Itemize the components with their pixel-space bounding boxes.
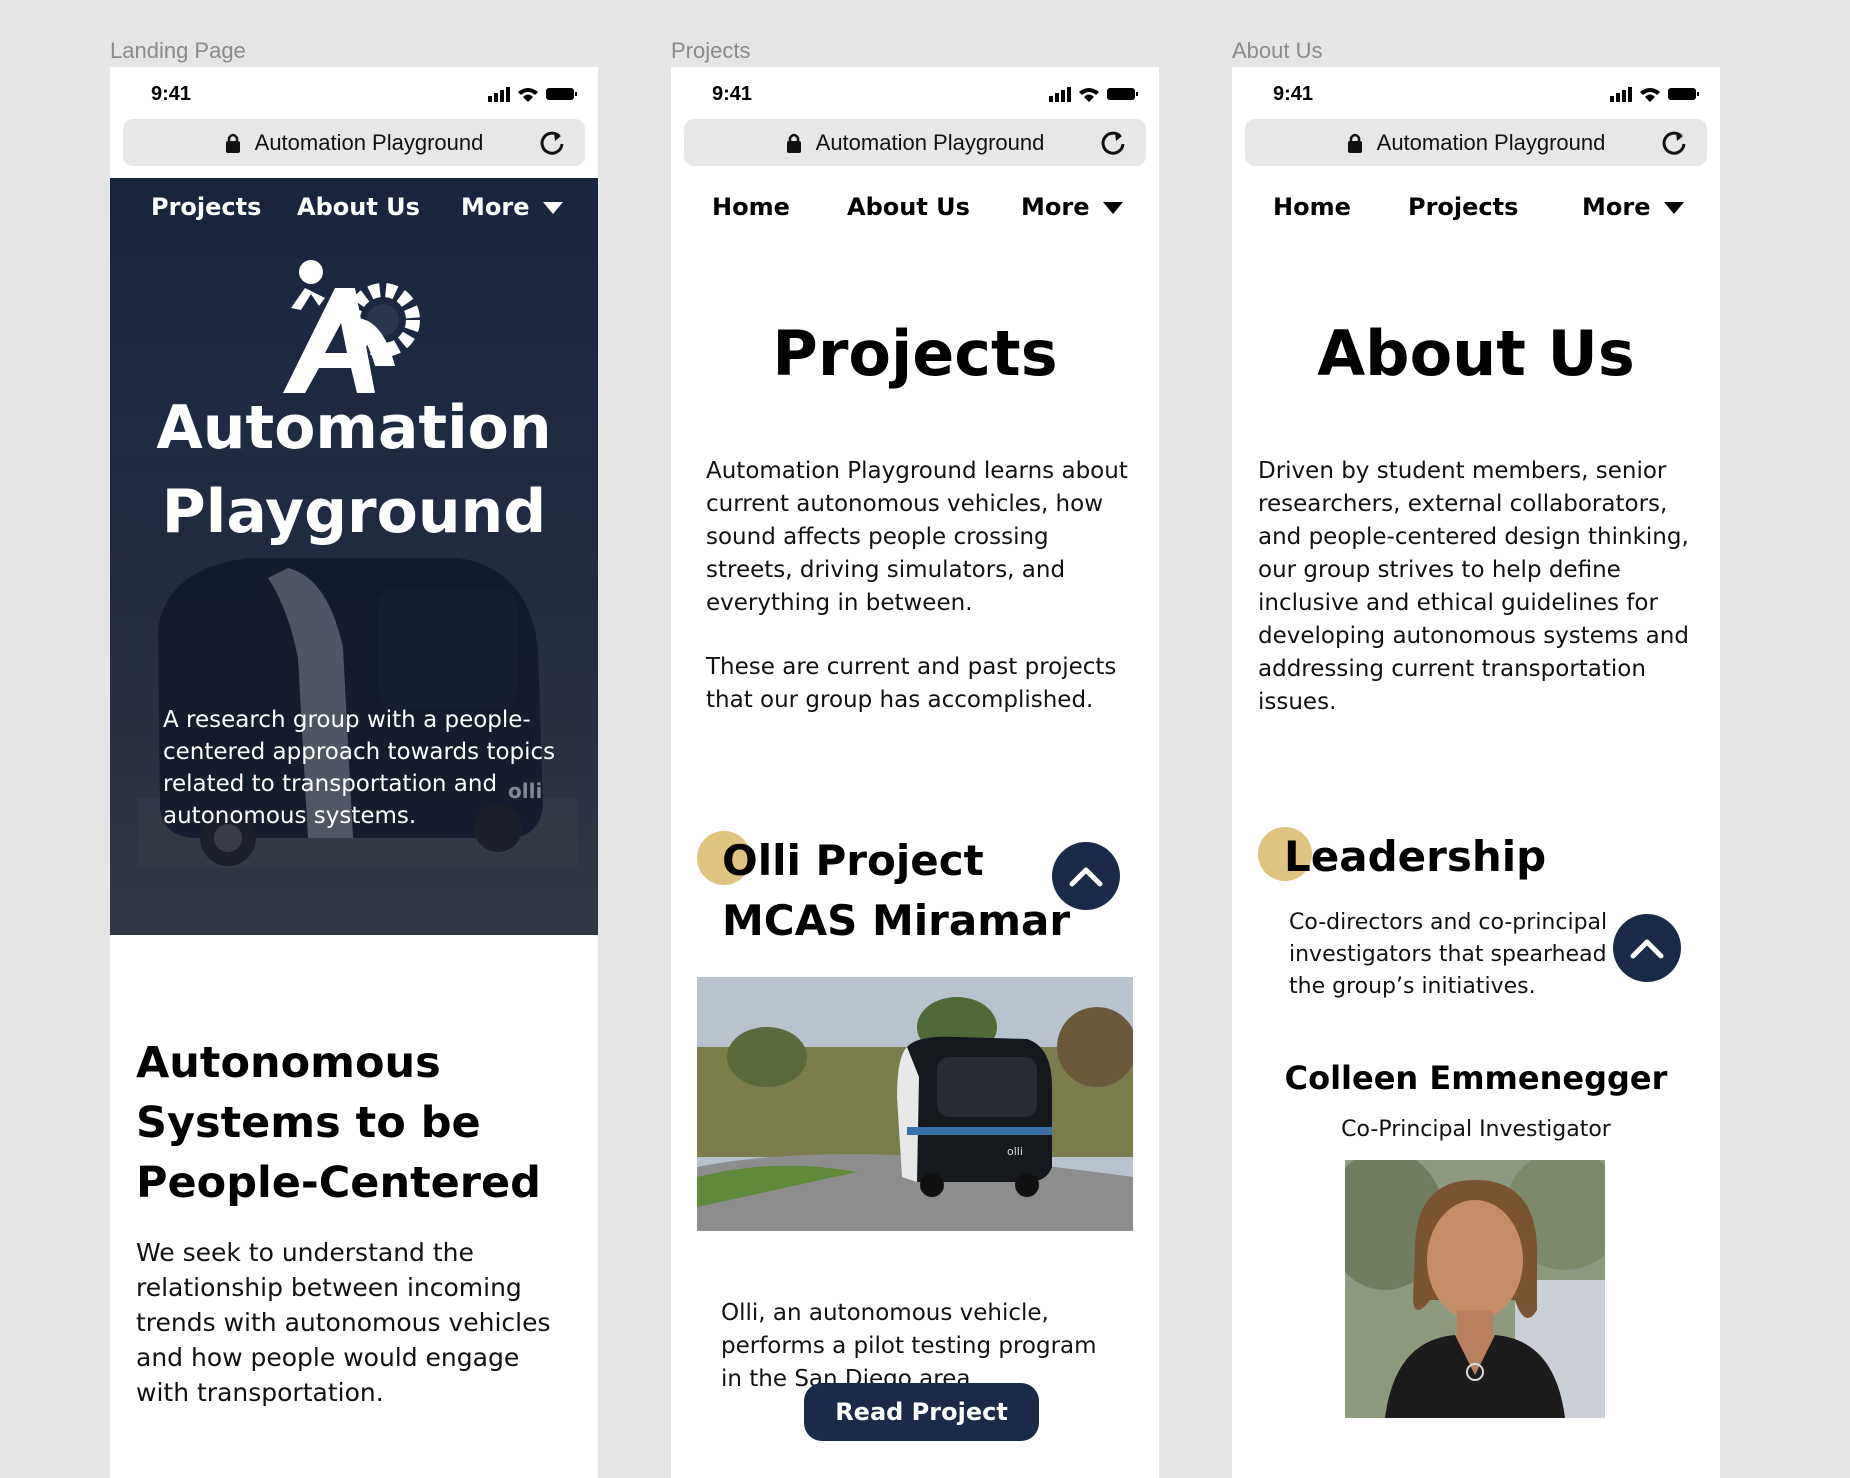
read-project-button[interactable]: Read Project — [804, 1383, 1039, 1441]
project-photo: olli — [697, 977, 1133, 1231]
about-frame: 9:41 Automation Playground Home Projects… — [1232, 67, 1720, 1478]
status-bar: 9:41 — [110, 67, 598, 117]
page-title: About Us — [1317, 317, 1635, 390]
address-bar[interactable]: Automation Playground — [123, 119, 585, 166]
projects-frame: 9:41 Automation Playground Home About Us… — [671, 67, 1159, 1478]
nav-about-us[interactable]: About Us — [297, 193, 420, 221]
section-heading-line2: Systems to be — [136, 1098, 481, 1148]
wifi-icon — [518, 88, 538, 102]
wifi-icon — [1079, 88, 1099, 102]
frame-label-projects: Projects — [671, 38, 751, 63]
nav-projects[interactable]: Projects — [1408, 193, 1518, 221]
status-icons — [488, 87, 577, 102]
frame-label-about: About Us — [1232, 38, 1323, 63]
status-bar: 9:41 — [671, 67, 1159, 117]
main-nav: Projects About Us More — [110, 177, 598, 241]
leadership-description: Co-directors and co-principal investigat… — [1289, 910, 1608, 999]
section-heading-line1: Autonomous — [136, 1038, 441, 1088]
status-time: 9:41 — [712, 83, 753, 105]
address-bar-text: Automation Playground — [815, 129, 1045, 155]
page-title: Projects — [772, 317, 1058, 390]
reload-icon[interactable] — [1661, 130, 1687, 156]
chevron-up-icon — [1630, 939, 1664, 959]
section-body: We seek to understand the relationship b… — [136, 1238, 551, 1407]
project-title: Olli Project MCAS Miramar — [722, 831, 1070, 951]
address-bar[interactable]: Automation Playground — [1245, 119, 1707, 166]
signal-icon — [1049, 87, 1071, 102]
leadership-heading: Leadership — [1284, 832, 1547, 881]
wifi-icon — [1640, 88, 1660, 102]
status-icons — [1049, 87, 1138, 102]
nav-more[interactable]: More — [1582, 193, 1685, 221]
nav-more[interactable]: More — [461, 193, 564, 221]
status-time: 9:41 — [151, 83, 192, 105]
chevron-down-icon — [1103, 202, 1124, 214]
nav-projects[interactable]: Projects — [151, 193, 261, 221]
person-name: Colleen Emmenegger — [1284, 1059, 1668, 1097]
main-nav: Home Projects More — [1232, 177, 1720, 241]
status-time: 9:41 — [1273, 83, 1314, 105]
status-bar: 9:41 — [1232, 67, 1720, 117]
svg-text:olli: olli — [1007, 1145, 1023, 1158]
hero-title-line2: Playground — [161, 477, 547, 547]
nav-more-label: More — [1582, 193, 1651, 221]
chevron-down-icon — [543, 202, 564, 214]
reload-icon[interactable] — [1100, 130, 1126, 156]
battery-icon — [1107, 88, 1138, 100]
projects-intro: Automation Playground learns about curre… — [706, 458, 1128, 616]
frame-label-landing: Landing Page — [110, 38, 246, 63]
project-title-line1: Olli Project — [722, 836, 984, 885]
nav-home[interactable]: Home — [712, 193, 790, 221]
section-heading-line3: People-Centered — [136, 1158, 541, 1208]
hero-subtitle: A research group with a people-centered … — [163, 707, 556, 829]
nav-home[interactable]: Home — [1273, 193, 1351, 221]
scroll-to-top-button[interactable] — [1052, 842, 1120, 910]
ap-logo-icon — [283, 260, 420, 393]
reload-icon[interactable] — [539, 130, 565, 156]
signal-icon — [488, 87, 510, 102]
chevron-up-icon — [1069, 867, 1103, 887]
lock-icon — [1347, 133, 1362, 153]
battery-icon — [1668, 88, 1699, 100]
person-role: Co-Principal Investigator — [1341, 1117, 1611, 1142]
nav-about-us[interactable]: About Us — [847, 193, 970, 221]
about-body: Driven by student members, senior resear… — [1258, 458, 1689, 715]
person-portrait — [1345, 1160, 1605, 1418]
hero-section: olli Automation Playground A research gr… — [110, 178, 598, 935]
main-nav: Home About Us More — [671, 177, 1159, 241]
project-title-line2: MCAS Miramar — [722, 896, 1071, 945]
battery-icon — [546, 88, 577, 100]
address-bar-text: Automation Playground — [1376, 129, 1606, 155]
chevron-down-icon — [1664, 202, 1685, 214]
nav-more-label: More — [461, 193, 530, 221]
nav-more[interactable]: More — [1021, 193, 1124, 221]
project-description: Olli, an autonomous vehicle, performs a … — [721, 1300, 1097, 1392]
signal-icon — [1610, 87, 1632, 102]
nav-more-label: More — [1021, 193, 1090, 221]
lock-icon — [786, 133, 801, 153]
hero-title-line1: Automation — [156, 393, 552, 463]
lock-icon — [225, 133, 240, 153]
scroll-to-top-button[interactable] — [1613, 914, 1681, 982]
address-bar[interactable]: Automation Playground — [684, 119, 1146, 166]
status-icons — [1610, 87, 1699, 102]
landing-frame: olli Automation Playground A research gr… — [110, 67, 598, 1478]
projects-intro-2: These are current and past projects that… — [706, 654, 1117, 713]
address-bar-text: Automation Playground — [254, 129, 484, 155]
section-heading: Autonomous Systems to be People-Centered — [136, 1033, 541, 1213]
